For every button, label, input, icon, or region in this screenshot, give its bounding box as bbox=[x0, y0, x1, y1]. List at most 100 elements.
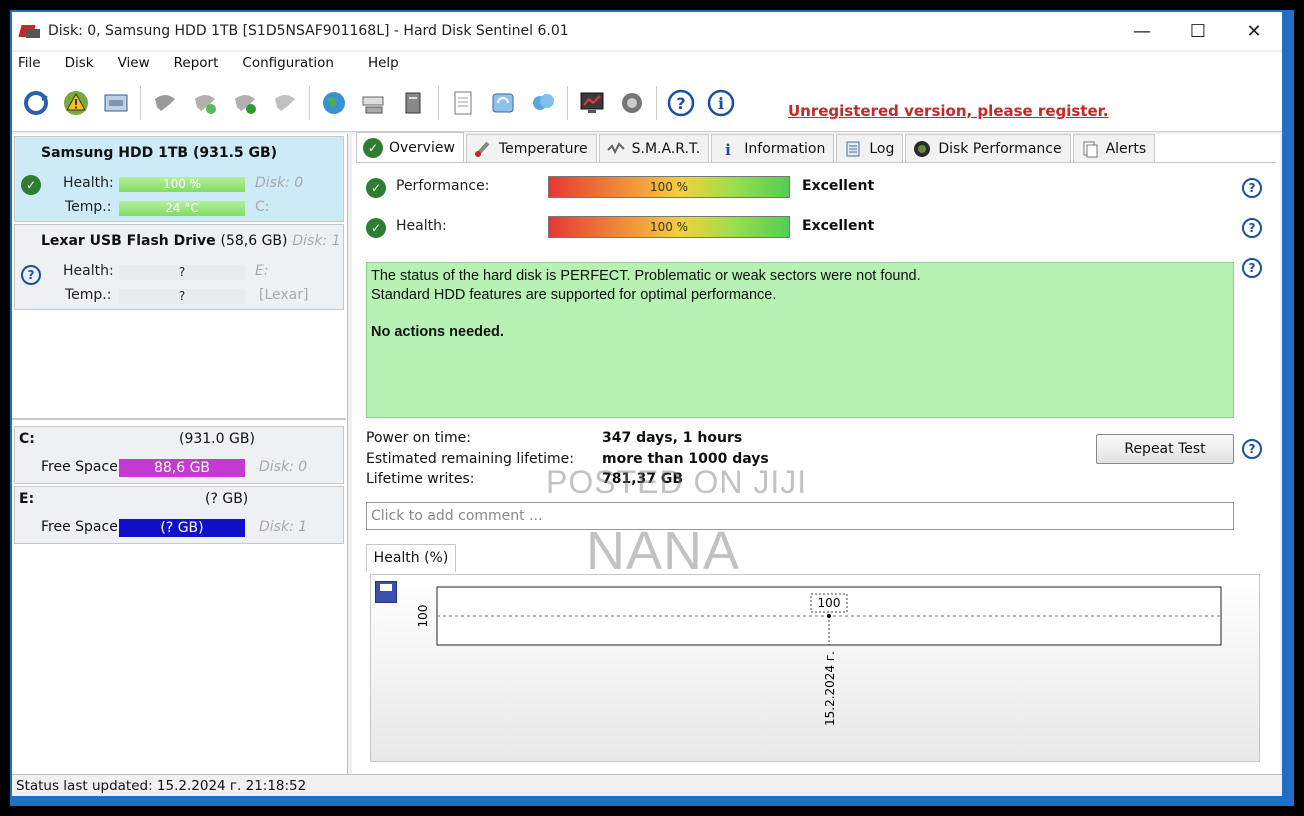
menu-disk[interactable]: Disk bbox=[65, 55, 94, 71]
health-bar: 100 % bbox=[119, 177, 245, 192]
repeat-test-button[interactable]: Repeat Test bbox=[1096, 434, 1234, 464]
server-icon[interactable] bbox=[398, 87, 430, 119]
info-icon: i bbox=[718, 140, 738, 158]
sound-icon[interactable] bbox=[616, 87, 648, 119]
status-help-icon[interactable]: ? bbox=[1242, 258, 1262, 278]
close-button[interactable]: ✕ bbox=[1226, 12, 1282, 50]
free-space-label: Free Space bbox=[41, 519, 118, 535]
tab-smart[interactable]: S.M.A.R.T. bbox=[598, 134, 710, 162]
temp-bar: 24 °C bbox=[119, 201, 245, 216]
disk-number: Disk: 0 bbox=[255, 175, 304, 191]
tab-alerts[interactable]: Alerts bbox=[1072, 134, 1156, 162]
status-line-2: Standard HDD features are supported for … bbox=[371, 287, 777, 303]
gauge-icon bbox=[912, 140, 932, 158]
volume-c[interactable]: C: (931.0 GB) Free Space 88,6 GB Disk: 0 bbox=[14, 426, 344, 484]
sync-icon[interactable] bbox=[487, 87, 519, 119]
status-bar: Status last updated: 15.2.2024 г. 21:18:… bbox=[12, 774, 1282, 796]
menu-bar: File Disk View Report Configuration Help bbox=[12, 52, 1282, 74]
app-icon bbox=[18, 23, 40, 39]
health-label: Health: bbox=[396, 218, 447, 234]
thermometer-icon bbox=[473, 140, 493, 158]
menu-report[interactable]: Report bbox=[174, 55, 219, 71]
disk-card-lexar[interactable]: Lexar USB Flash Drive (58,6 GB) Disk: 1 … bbox=[14, 224, 344, 310]
status-unknown-icon: ? bbox=[21, 265, 41, 285]
performance-bar: 100 % bbox=[548, 176, 790, 198]
cloud-icon[interactable] bbox=[527, 87, 559, 119]
drive-letter: C: bbox=[255, 199, 270, 215]
usb-check-icon[interactable] bbox=[229, 87, 261, 119]
alert-settings-icon[interactable] bbox=[60, 87, 92, 119]
maximize-button[interactable]: ☐ bbox=[1170, 12, 1226, 50]
divider bbox=[12, 418, 346, 420]
drive-letter: E: bbox=[255, 263, 269, 279]
x-tick-label: 15.2.2024 г. bbox=[823, 651, 837, 726]
volume-disk: Disk: 0 bbox=[259, 459, 308, 475]
status-line-3: No actions needed. bbox=[371, 324, 504, 340]
volume-disk: Disk: 1 bbox=[259, 519, 308, 535]
volume-size: (931.0 GB) bbox=[179, 431, 255, 447]
register-link[interactable]: Unregistered version, please register. bbox=[788, 102, 1109, 120]
tab-health-chart[interactable]: Health (%) bbox=[366, 544, 456, 572]
svg-text:?: ? bbox=[676, 94, 685, 113]
volume-letter: C: bbox=[19, 431, 35, 447]
temp-label: Temp.: bbox=[65, 287, 112, 303]
menu-configuration[interactable]: Configuration bbox=[242, 55, 334, 71]
log-icon bbox=[843, 140, 863, 158]
performance-text: Excellent bbox=[802, 178, 875, 194]
watermark-text: POSTED ON JIJI bbox=[546, 464, 808, 500]
temp-label: Temp.: bbox=[65, 199, 112, 215]
tab-disk-performance[interactable]: Disk Performance bbox=[905, 134, 1071, 162]
globe-icon[interactable] bbox=[318, 87, 350, 119]
health-chart: 100 15.2.2024 г. 100 bbox=[416, 586, 1222, 726]
tab-temperature[interactable]: Temperature bbox=[465, 134, 597, 162]
help-icon[interactable]: ? bbox=[665, 87, 697, 119]
comment-input[interactable]: Click to add comment ... bbox=[366, 502, 1234, 530]
data-label: 100 bbox=[818, 596, 841, 610]
health-text: Excellent bbox=[802, 218, 875, 234]
left-panel: Samsung HDD 1TB (931.5 GB) ✓ Health: 100… bbox=[12, 134, 348, 774]
performance-help-icon[interactable]: ? bbox=[1242, 178, 1262, 198]
disk-view-icon[interactable] bbox=[100, 87, 132, 119]
usb-settings-icon[interactable] bbox=[269, 87, 301, 119]
monitor-icon[interactable] bbox=[576, 87, 608, 119]
usb-icon[interactable] bbox=[149, 87, 181, 119]
alerts-icon bbox=[1080, 140, 1100, 158]
volume-e[interactable]: E: (? GB) Free Space (? GB) Disk: 1 bbox=[14, 486, 344, 544]
status-description: The status of the hard disk is PERFECT. … bbox=[366, 262, 1234, 418]
network-drive-icon[interactable] bbox=[358, 87, 390, 119]
menu-file[interactable]: File bbox=[18, 55, 41, 71]
disk-title: Lexar USB Flash Drive (58,6 GB) Disk: 1 bbox=[41, 233, 341, 249]
menu-help[interactable]: Help bbox=[368, 55, 399, 71]
drive-label: [Lexar] bbox=[259, 287, 309, 303]
health-label: Health: bbox=[63, 175, 114, 191]
tab-log[interactable]: Log bbox=[836, 134, 904, 162]
y-axis-label: 100 bbox=[416, 605, 430, 628]
health-ok-icon: ✓ bbox=[366, 218, 386, 238]
performance-label: Performance: bbox=[396, 178, 490, 194]
volume-letter: E: bbox=[19, 491, 35, 507]
refresh-icon[interactable] bbox=[20, 87, 52, 119]
app-window: Disk: 0, Samsung HDD 1TB [S1D5NSAF901168… bbox=[12, 12, 1282, 796]
smart-icon bbox=[606, 140, 626, 158]
menu-view[interactable]: View bbox=[118, 55, 150, 71]
tab-information[interactable]: i Information bbox=[711, 134, 835, 162]
health-help-icon[interactable]: ? bbox=[1242, 218, 1262, 238]
power-on-value: 347 days, 1 hours bbox=[602, 430, 743, 446]
repeat-test-help-icon[interactable]: ? bbox=[1242, 439, 1262, 459]
svg-text:i: i bbox=[725, 141, 731, 158]
disk-card-samsung[interactable]: Samsung HDD 1TB (931.5 GB) ✓ Health: 100… bbox=[14, 136, 344, 222]
svg-text:i: i bbox=[718, 94, 724, 113]
main-panel: ✓ Overview Temperature S.M.A.R.T. i Inform… bbox=[352, 132, 1280, 774]
tab-overview[interactable]: ✓ Overview bbox=[356, 132, 464, 162]
title-bar[interactable]: Disk: 0, Samsung HDD 1TB [S1D5NSAF901168… bbox=[12, 12, 1282, 50]
report-icon[interactable] bbox=[447, 87, 479, 119]
power-on-label: Power on time: bbox=[366, 430, 472, 446]
window-title: Disk: 0, Samsung HDD 1TB [S1D5NSAF901168… bbox=[48, 23, 569, 39]
health-bar: ? bbox=[119, 265, 245, 280]
free-space-bar: (? GB) bbox=[119, 519, 245, 537]
health-chart-area: 100 15.2.2024 г. 100 bbox=[370, 574, 1260, 762]
free-space-label: Free Space bbox=[41, 459, 118, 475]
info-icon[interactable]: i bbox=[705, 87, 737, 119]
minimize-button[interactable]: — bbox=[1114, 12, 1170, 50]
usb-test-icon[interactable] bbox=[189, 87, 221, 119]
